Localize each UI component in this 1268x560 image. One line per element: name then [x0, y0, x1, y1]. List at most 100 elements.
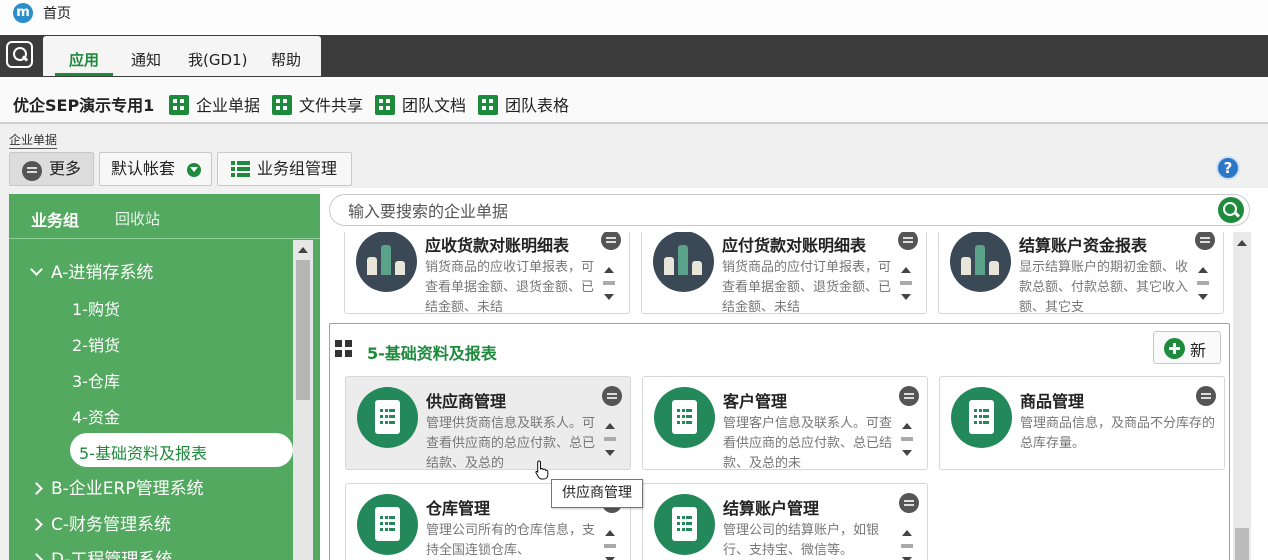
card-desc: 销货商品的应付订单报表，可查看单据金额、退货金额、已结金额、未结: [722, 260, 892, 314]
tree-item-sales[interactable]: 2-销货: [72, 332, 120, 356]
options-icon[interactable]: [602, 386, 622, 406]
active-tab-indicator: [55, 73, 113, 76]
list-icon: [231, 161, 250, 178]
tree-item-basic-data[interactable]: 5-基础资料及报表: [79, 440, 207, 464]
card-desc: 管理商品信息，及商品不分库存的总库存量。: [1020, 416, 1216, 451]
card-desc: 显示结算账户的期初金额、收款总额、付款总额、其它收入额、其它支: [1019, 260, 1189, 314]
card-customer-management[interactable]: 客户管理 管理客户信息及联系人。可查看供应商的总应付款、总已结款、及总的未: [642, 376, 928, 470]
document-icon: [654, 387, 715, 448]
menu-icon: [22, 161, 42, 181]
sidebar: [9, 194, 320, 560]
toolbar-item-enterprise-docs[interactable]: 企业单据: [169, 92, 260, 116]
tooltip: 供应商管理: [551, 479, 643, 508]
sidebar-tab-recycle-bin[interactable]: 回收站: [115, 208, 160, 229]
document-icon: [951, 387, 1012, 448]
account-select[interactable]: 默认帐套: [99, 152, 212, 186]
plus-icon: [1164, 338, 1185, 359]
chevron-right-icon: [30, 518, 43, 531]
tab-apps[interactable]: 应用: [69, 49, 99, 70]
tree-item-c[interactable]: C-财务管理系统: [30, 510, 171, 535]
tree-item-b[interactable]: B-企业ERP管理系统: [30, 474, 204, 499]
card-product-management[interactable]: 商品管理 管理商品信息，及商品不分库存的总库存量。: [939, 376, 1225, 470]
card-scrollbar[interactable]: [603, 267, 615, 309]
scroll-up-icon[interactable]: [298, 247, 308, 253]
card-scrollbar[interactable]: [604, 530, 616, 560]
card-settlement-account-management[interactable]: 结算账户管理 管理公司的结算账户，如银行、支持宝、微信等。: [642, 483, 928, 560]
card-scrollbar[interactable]: [901, 423, 913, 465]
tab-me[interactable]: 我(GD1): [188, 49, 247, 70]
bar-chart-icon: [356, 232, 417, 292]
options-icon[interactable]: [899, 493, 919, 513]
card-scrollbar[interactable]: [1197, 267, 1209, 309]
grid-icon: [375, 95, 395, 115]
card-scrollbar[interactable]: [604, 423, 616, 465]
search-input[interactable]: [348, 200, 1208, 222]
hand-cursor-icon: [535, 460, 549, 480]
card-supplier-management[interactable]: 供应商管理 管理供货商信息及联系人。可查看供应商的总应付款、总已结款、及总的: [345, 376, 631, 470]
app-logo-icon: m: [13, 3, 33, 23]
grid-icon: [335, 340, 353, 358]
new-button[interactable]: 新: [1153, 331, 1221, 364]
scroll-up-icon[interactable]: [1237, 240, 1247, 246]
document-icon: [357, 494, 418, 555]
window-title: 首页: [43, 6, 71, 22]
tree-item-warehouse[interactable]: 3-仓库: [72, 368, 120, 392]
card-title: 商品管理: [1020, 392, 1085, 411]
toolbar-item-team-sheets[interactable]: 团队表格: [478, 92, 569, 116]
toolbar-item-team-docs[interactable]: 团队文档: [375, 92, 466, 116]
bar-chart-icon: [950, 232, 1011, 292]
card-title: 结算账户资金报表: [1019, 236, 1148, 255]
group-manage-button[interactable]: 业务组管理: [217, 152, 352, 186]
document-icon: [357, 387, 418, 448]
tree-item-funds[interactable]: 4-资金: [72, 404, 120, 428]
card-title: 结算账户管理: [723, 499, 820, 518]
menu-tabs: 应用 通知 我(GD1) 帮助: [43, 36, 321, 76]
card-scrollbar[interactable]: [901, 530, 913, 560]
scroll-thumb[interactable]: [1235, 528, 1249, 560]
company-name: 优企SEP演示专用1: [13, 96, 155, 115]
home-logo-icon[interactable]: [6, 41, 33, 68]
breadcrumb[interactable]: 企业单据: [9, 133, 58, 149]
card-desc: 管理供货商信息及联系人。可查看供应商的总应付款、总已结款、及总的: [426, 416, 596, 470]
title-bar: [0, 0, 1268, 35]
card-payable-report[interactable]: 应付货款对账明细表 销货商品的应付订单报表，可查看单据金额、退货金额、已结金额、…: [641, 232, 927, 314]
main-scrollbar[interactable]: [1233, 232, 1251, 560]
options-icon[interactable]: [601, 232, 621, 250]
search-icon[interactable]: [1218, 197, 1244, 223]
tree-item-a[interactable]: A-进销存系统: [30, 258, 153, 283]
sidebar-tab-groups[interactable]: 业务组: [31, 207, 79, 231]
search-box: [329, 194, 1250, 226]
options-icon[interactable]: [899, 386, 919, 406]
tree-item-purchase[interactable]: 1-购货: [72, 296, 120, 320]
options-icon[interactable]: [1196, 386, 1216, 406]
scroll-thumb[interactable]: [296, 260, 310, 400]
section-title: 5-基础资料及报表: [367, 344, 497, 363]
bar-chart-icon: [653, 232, 714, 292]
grid-icon: [272, 95, 292, 115]
tab-notifications[interactable]: 通知: [131, 49, 161, 70]
chevron-down-icon: [30, 263, 43, 276]
chevron-down-icon: [187, 163, 201, 177]
grid-icon: [478, 95, 498, 115]
tab-help[interactable]: 帮助: [271, 49, 301, 70]
card-desc: 管理客户信息及联系人。可查看供应商的总应付款、总已结款、及总的未: [723, 416, 893, 470]
card-receivable-report[interactable]: 应收货款对账明细表 销货商品的应收订单报表，可查看单据金额、退货金额、已结金额、…: [344, 232, 630, 314]
card-title: 供应商管理: [426, 392, 507, 411]
help-icon[interactable]: ?: [1216, 156, 1240, 180]
card-desc: 销货商品的应收订单报表，可查看单据金额、退货金额、已结金额、未结: [425, 260, 595, 314]
more-button[interactable]: 更多: [9, 152, 94, 186]
card-desc: 管理公司的结算账户，如银行、支持宝、微信等。: [723, 523, 880, 558]
chevron-right-icon: [30, 553, 43, 560]
card-title: 应收货款对账明细表: [425, 236, 570, 255]
options-icon[interactable]: [1195, 232, 1215, 250]
grid-icon: [169, 95, 189, 115]
toolbar-item-file-share[interactable]: 文件共享: [272, 92, 363, 116]
tree-item-d[interactable]: D-工程管理系统: [30, 545, 172, 560]
card-desc: 管理公司所有的仓库信息，支持全国连锁仓库、: [426, 523, 596, 558]
card-title: 仓库管理: [426, 499, 491, 518]
section-basic-data: 5-基础资料及报表 新 供应商管理 管理供货商信息及联系人。可查看供应商的总应付…: [329, 323, 1230, 560]
card-title: 客户管理: [723, 392, 788, 411]
options-icon[interactable]: [898, 232, 918, 250]
card-scrollbar[interactable]: [900, 267, 912, 309]
card-account-funds-report[interactable]: 结算账户资金报表 显示结算账户的期初金额、收款总额、付款总额、其它收入额、其它支: [938, 232, 1224, 314]
